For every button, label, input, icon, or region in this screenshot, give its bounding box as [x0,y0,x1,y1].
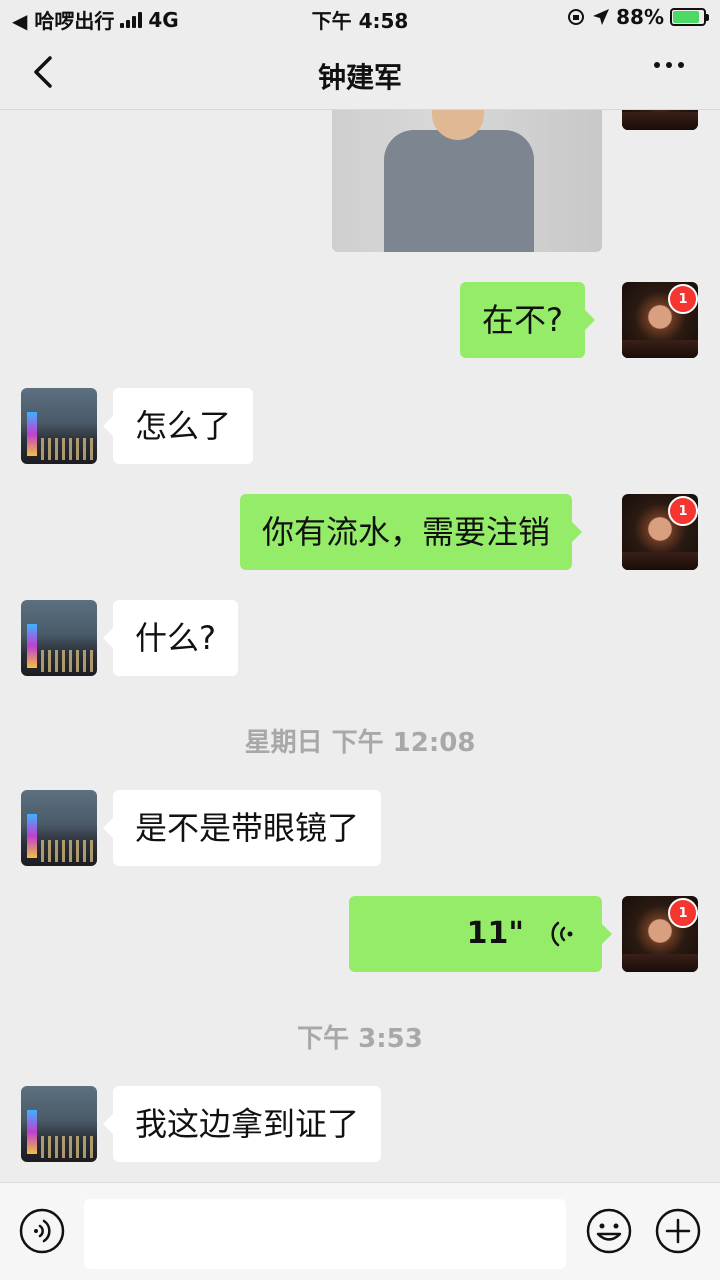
voice-duration: 11" [466,916,524,951]
message-text: 怎么了 [135,407,232,445]
message-input[interactable] [84,1199,566,1269]
voice-input-icon[interactable] [18,1207,66,1255]
message-text: 是不是带眼镜了 [135,809,360,847]
contact-avatar[interactable] [21,600,97,676]
chat-title: 钟建军 [317,61,402,94]
message-text: 你有流水，需要注销 [262,513,551,551]
battery-percent: 88% [616,5,664,29]
more-dots-icon[interactable] [654,62,684,68]
orientation-lock-icon [568,9,585,25]
message-bubble-sent[interactable]: 在不? [460,282,595,358]
input-bar [0,1182,720,1280]
status-bar: ◀ 哈啰出行 4G 下午 4:58 88% [0,0,720,36]
unread-badge: 1 [668,284,698,314]
message-text: 我这边拿到证了 [135,1105,360,1143]
plus-icon[interactable] [654,1207,702,1255]
my-avatar[interactable] [622,110,698,130]
emoji-icon[interactable] [585,1207,633,1255]
voice-wave-icon [551,921,573,947]
unread-badge: 1 [668,898,698,928]
unread-badge: 1 [668,496,698,526]
message-bubble-received[interactable]: 什么? [103,600,238,676]
contact-avatar[interactable] [21,1086,97,1162]
contact-avatar[interactable] [21,388,97,464]
voice-message-bubble[interactable]: 11" [349,896,612,972]
nav-bar: 钟建军 [0,36,720,110]
message-bubble-received[interactable]: 我这边拿到证了 [102,1086,382,1162]
message-bubble-sent[interactable]: 你有流水，需要注销 [240,494,583,570]
battery-icon [670,8,709,26]
message-text: 在不? [482,301,563,339]
message-bubble-received[interactable]: 怎么了 [102,388,254,464]
message-text: 什么? [135,619,216,657]
chat-timestamp: 星期日 下午 12:08 [244,728,476,758]
contact-avatar[interactable] [21,790,97,866]
message-bubble-received[interactable]: 是不是带眼镜了 [102,790,382,866]
location-icon [593,9,610,25]
chat-timestamp: 下午 3:53 [297,1024,423,1054]
chat-history[interactable]: 在不? 1 怎么了 你有流水，需要注销 1 什么? 星期日 下午 12:08 是… [0,110,720,1182]
sent-photo[interactable] [332,110,602,252]
